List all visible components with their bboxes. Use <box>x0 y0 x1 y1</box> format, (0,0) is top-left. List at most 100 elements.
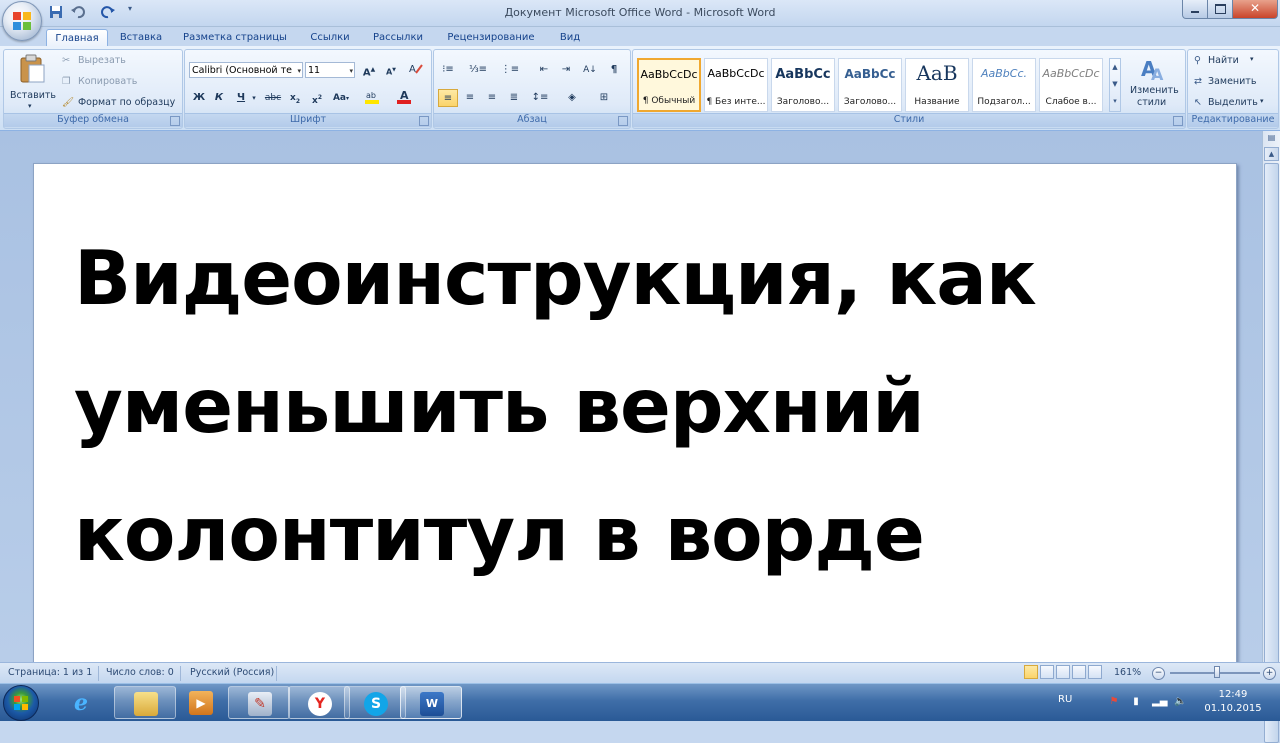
style-heading-1[interactable]: AaBbCc Заголово... <box>771 58 835 112</box>
bullets-icon[interactable]: ⁝≡ <box>438 61 458 79</box>
notification-flag-icon[interactable]: ⚑ <box>1108 696 1120 708</box>
justify-icon[interactable]: ≣ <box>504 89 524 107</box>
restore-button[interactable] <box>1207 0 1233 19</box>
styles-down-icon[interactable]: ▼ <box>1110 76 1120 93</box>
bold-icon[interactable]: Ж <box>189 89 209 107</box>
superscript-icon[interactable]: x2 <box>307 89 327 107</box>
paste-button[interactable]: Вставить ▾ <box>6 52 58 112</box>
style-subtle-emphasis[interactable]: AaBbCcDc Слабое в... <box>1039 58 1103 112</box>
minimize-button[interactable] <box>1182 0 1208 19</box>
font-name-combo[interactable]: Calibri (Основной те ▾ <box>189 62 303 78</box>
format-painter-button[interactable]: 🖌 Формат по образцу <box>60 96 180 112</box>
zoom-level[interactable]: 161% <box>1114 667 1141 678</box>
styles-scroll[interactable]: ▲ ▼ ▾ <box>1109 58 1121 112</box>
style-no-spacing[interactable]: AaBbCcDc ¶ Без инте... <box>704 58 768 112</box>
underline-icon[interactable]: Ч <box>231 89 251 107</box>
vertical-scrollbar[interactable]: ▤ ▲ <box>1262 131 1280 743</box>
tab-review[interactable]: Рецензирование <box>438 29 544 46</box>
show-marks-icon[interactable]: ¶ <box>604 61 624 79</box>
draft-view-icon[interactable] <box>1088 665 1102 679</box>
replace-button[interactable]: ⇄ Заменить <box>1192 75 1276 91</box>
document-text[interactable]: Видеоинструкция, как уменьшить верхний к… <box>74 214 1214 598</box>
zoom-slider-thumb[interactable] <box>1214 666 1220 678</box>
taskbar-skype[interactable]: S <box>344 686 406 719</box>
ruler-toggle-icon[interactable]: ▤ <box>1264 133 1279 145</box>
taskbar-yandex[interactable]: Y <box>288 686 350 719</box>
styles-group: AaBbCcDc ¶ Обычный AaBbCcDc ¶ Без инте..… <box>632 49 1186 129</box>
decrease-indent-icon[interactable]: ⇤ <box>534 61 554 79</box>
page-count[interactable]: Страница: 1 из 1 <box>8 667 92 678</box>
tab-mailings[interactable]: Рассылки <box>364 29 432 46</box>
language-indicator[interactable]: Русский (Россия) <box>190 667 274 678</box>
scroll-thumb[interactable] <box>1264 163 1279 743</box>
start-button[interactable] <box>3 685 39 721</box>
change-styles-button[interactable]: A A Изменить стили <box>1125 54 1181 114</box>
clipboard-launcher-icon[interactable] <box>170 116 180 126</box>
styles-up-icon[interactable]: ▲ <box>1110 59 1120 76</box>
document-line: Видеоинструкция, как <box>74 234 1037 322</box>
strikethrough-icon[interactable]: abc <box>263 89 283 107</box>
align-right-icon[interactable]: ≡ <box>482 89 502 107</box>
full-screen-reading-view-icon[interactable] <box>1040 665 1054 679</box>
copy-button[interactable]: ❐ Копировать <box>60 75 178 91</box>
shrink-font-icon[interactable]: A▼ <box>381 61 401 79</box>
document-page[interactable]: Видеоинструкция, как уменьшить верхний к… <box>33 163 1237 685</box>
tab-view[interactable]: Вид <box>550 29 590 46</box>
styles-more-icon[interactable]: ▾ <box>1110 93 1120 110</box>
clear-formatting-icon[interactable]: A <box>405 61 425 79</box>
clock[interactable]: 12:49 01.10.2015 <box>1198 688 1268 716</box>
find-button[interactable]: ⚲ Найти ▾ <box>1192 54 1276 70</box>
taskbar-ie[interactable]: e <box>50 686 112 719</box>
style-heading-2[interactable]: AaBbCc Заголово... <box>838 58 902 112</box>
word-count[interactable]: Число слов: 0 <box>106 667 174 678</box>
select-button[interactable]: ↖ Выделить ▾ <box>1192 96 1276 112</box>
change-styles-label-1: Изменить <box>1130 85 1179 96</box>
style-normal[interactable]: AaBbCcDc ¶ Обычный <box>637 58 701 112</box>
styles-launcher-icon[interactable] <box>1173 116 1183 126</box>
underline-dropdown-icon[interactable]: ▾ <box>249 89 259 107</box>
print-layout-view-icon[interactable] <box>1024 665 1038 679</box>
grow-font-icon[interactable]: A▲ <box>359 61 379 79</box>
font-name-value: Calibri (Основной те <box>192 65 292 76</box>
screen-capture-icon: ✎ <box>248 692 272 716</box>
multilevel-list-icon[interactable]: ⋮≡ <box>500 61 520 79</box>
font-color-icon[interactable]: A <box>395 89 415 107</box>
taskbar-explorer[interactable] <box>114 686 176 719</box>
taskbar-word[interactable]: W <box>400 686 462 719</box>
cut-button[interactable]: ✂ Вырезать <box>60 54 178 70</box>
web-layout-view-icon[interactable] <box>1056 665 1070 679</box>
tab-insert[interactable]: Вставка <box>112 29 170 46</box>
outline-view-icon[interactable] <box>1072 665 1086 679</box>
style-title[interactable]: AaB Название <box>905 58 969 112</box>
tab-references[interactable]: Ссылки <box>300 29 360 46</box>
network-signal-icon[interactable]: ▂▄ <box>1152 696 1167 708</box>
tab-page-layout[interactable]: Разметка страницы <box>176 29 294 46</box>
zoom-out-icon[interactable]: − <box>1152 667 1165 680</box>
scroll-up-icon[interactable]: ▲ <box>1264 147 1279 161</box>
subscript-icon[interactable]: x2 <box>285 89 305 107</box>
line-spacing-icon[interactable]: ↕≡ <box>530 89 550 107</box>
shading-icon[interactable]: ◈ <box>562 89 582 107</box>
zoom-in-icon[interactable]: + <box>1263 667 1276 680</box>
tab-home[interactable]: Главная <box>46 29 108 47</box>
align-left-icon[interactable]: ≡ <box>438 89 458 107</box>
numbering-icon[interactable]: ⅓≡ <box>468 61 488 79</box>
taskbar-media-player[interactable]: ▶ <box>170 686 232 719</box>
sort-icon[interactable]: A↓ <box>580 61 600 79</box>
volume-icon[interactable]: 🔈 <box>1174 696 1186 708</box>
font-size-combo[interactable]: 11 ▾ <box>305 62 355 78</box>
font-launcher-icon[interactable] <box>419 116 429 126</box>
style-subtitle[interactable]: AaBbCc. Подзагол... <box>972 58 1036 112</box>
input-language[interactable]: RU <box>1058 694 1072 705</box>
highlight-icon[interactable]: ab <box>363 89 383 107</box>
close-button[interactable]: ✕ <box>1232 0 1278 19</box>
increase-indent-icon[interactable]: ⇥ <box>556 61 576 79</box>
borders-icon[interactable]: ⊞ <box>594 89 614 107</box>
align-center-icon[interactable]: ≡ <box>460 89 480 107</box>
battery-icon[interactable]: ▮ <box>1130 696 1142 708</box>
taskbar-screen-capture[interactable]: ✎ <box>228 686 290 719</box>
office-button[interactable] <box>2 1 42 41</box>
italic-icon[interactable]: К <box>209 89 229 107</box>
change-case-icon[interactable]: Aa▾ <box>331 89 351 107</box>
paragraph-launcher-icon[interactable] <box>618 116 628 126</box>
